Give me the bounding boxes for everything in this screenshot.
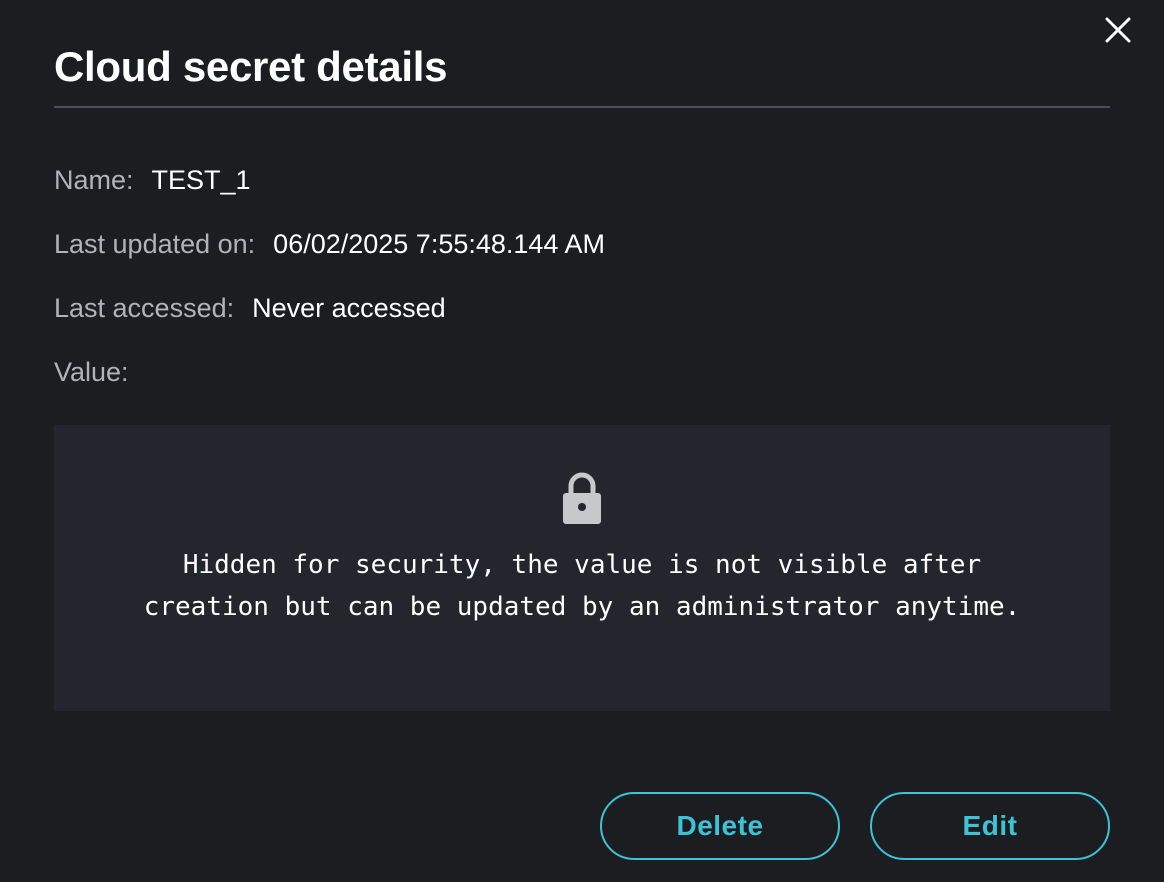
last-accessed-label: Last accessed: xyxy=(54,293,235,323)
edit-button[interactable]: Edit xyxy=(870,792,1110,860)
last-updated-field: Last updated on: 06/02/2025 7:55:48.144 A… xyxy=(54,226,605,262)
close-button[interactable] xyxy=(1100,12,1136,48)
lock-icon xyxy=(563,472,601,524)
name-value: TEST_1 xyxy=(151,165,251,195)
hidden-message-line-2: creation but can be updated by an admini… xyxy=(143,592,1021,622)
cloud-secret-details-dialog: Cloud secret details Name: TEST_1 Last up… xyxy=(0,0,1164,882)
last-accessed-field: Last accessed: Never accessed xyxy=(54,290,446,326)
title-divider xyxy=(54,106,1110,108)
last-updated-value: 06/02/2025 7:55:48.144 AM xyxy=(273,229,605,259)
value-label: Value: xyxy=(54,357,129,387)
last-updated-label: Last updated on: xyxy=(54,229,256,259)
value-field: Value: xyxy=(54,354,147,390)
delete-button[interactable]: Delete xyxy=(600,792,840,860)
name-field: Name: TEST_1 xyxy=(54,162,251,198)
hidden-message-line-1: Hidden for security, the value is not vi… xyxy=(182,550,982,580)
dialog-title: Cloud secret details xyxy=(54,43,448,90)
last-accessed-value: Never accessed xyxy=(252,293,446,323)
hidden-value-message: Hidden for security, the value is not vi… xyxy=(54,544,1110,628)
name-label: Name: xyxy=(54,165,134,195)
close-icon xyxy=(1105,17,1131,43)
